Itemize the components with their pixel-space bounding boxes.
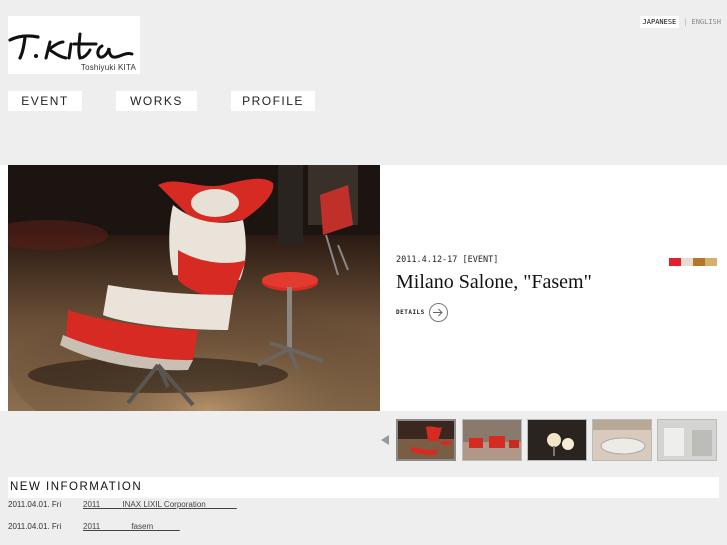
thumbnail-5[interactable] [657, 419, 717, 461]
news-date: 2011.04.01. Fri [8, 500, 62, 509]
thumbnail-3[interactable] [527, 419, 587, 461]
logo-subtitle: Toshiyuki KITA [80, 63, 136, 72]
color-swatches [669, 258, 717, 266]
prev-arrow-icon[interactable] [381, 435, 389, 445]
news-section-header: NEW INFORMATION [8, 477, 719, 498]
featured-event: 2011.4.12-17 [EVENT] Milano Salone, "Fas… [0, 165, 727, 411]
lang-separator: | [683, 18, 688, 26]
news-link[interactable]: 2011 fasem [83, 522, 180, 531]
color-swatch[interactable] [705, 258, 717, 266]
thumbnail-1[interactable] [396, 419, 456, 461]
thumbnail-4[interactable] [592, 419, 652, 461]
news-link[interactable]: 2011 INAX LIXIL Corporation [83, 500, 237, 509]
news-date: 2011.04.01. Fri [8, 522, 62, 531]
details-label: DETAILS [396, 309, 425, 316]
color-swatch[interactable] [681, 258, 693, 266]
event-title: Milano Salone, "Fasem" [396, 271, 592, 293]
language-switcher: JAPANESE | ENGLISH [639, 16, 721, 28]
hero-photo-lounge-chair[interactable] [8, 165, 380, 411]
news-heading: NEW INFORMATION [10, 481, 143, 493]
color-swatch[interactable] [669, 258, 681, 266]
lang-japanese-link[interactable]: JAPANESE [639, 16, 680, 28]
details-link[interactable]: DETAILS [396, 303, 448, 322]
thumbnail-strip [0, 419, 727, 461]
nav-profile[interactable]: PROFILE [231, 91, 315, 111]
arrow-right-icon [428, 303, 448, 322]
site-logo[interactable]: Toshiyuki KITA [8, 16, 140, 74]
news-item: 2011.04.01. Fri 2011 fasem [8, 522, 180, 531]
lang-english-link[interactable]: ENGLISH [691, 18, 721, 26]
color-swatch[interactable] [693, 258, 705, 266]
nav-works[interactable]: WORKS [116, 91, 197, 111]
nav-event[interactable]: EVENT [8, 91, 82, 111]
thumbnail-2[interactable] [462, 419, 522, 461]
news-item: 2011.04.01. Fri 2011 INAX LIXIL Corporat… [8, 500, 237, 509]
event-date-tag: 2011.4.12-17 [EVENT] [396, 255, 499, 265]
